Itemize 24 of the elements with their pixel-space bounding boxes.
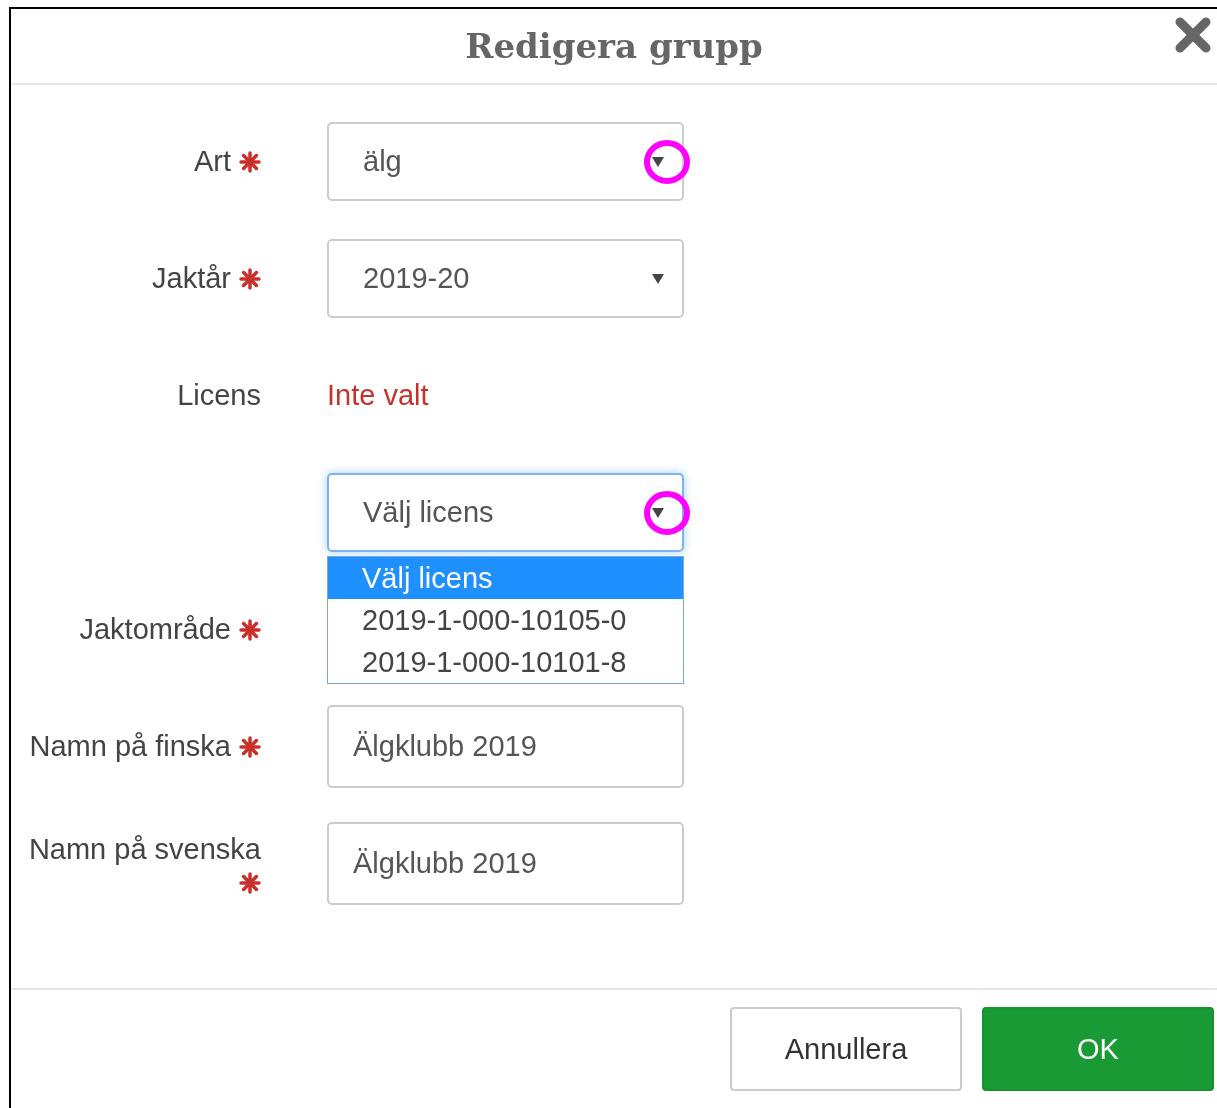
field-label: Art xyxy=(193,145,231,178)
field-label: Namn på finska xyxy=(29,730,231,763)
select-field[interactable]: 2019-20 xyxy=(327,239,684,318)
field-label: Jaktområde xyxy=(79,613,231,646)
status-text: Inte valt xyxy=(327,379,429,411)
caret-icon xyxy=(652,156,664,167)
cancel-button[interactable]: Annullera xyxy=(730,1007,962,1091)
field-label: Jaktår xyxy=(152,262,231,295)
required-icon xyxy=(239,872,261,894)
select-field[interactable]: Välj licens xyxy=(327,473,684,552)
select-field[interactable]: älg xyxy=(327,122,684,201)
required-icon xyxy=(239,267,261,290)
dialog-title: Redigera grupp xyxy=(465,26,763,66)
field-label: Licens xyxy=(177,379,261,412)
input-field[interactable]: Älgklubb 2019 xyxy=(327,822,684,905)
field-label: Namn på svenska xyxy=(28,833,261,866)
caret-icon xyxy=(652,507,664,518)
close-button[interactable] xyxy=(1173,15,1213,55)
required-icon xyxy=(239,150,261,173)
caret-icon xyxy=(652,273,664,284)
ok-button[interactable]: OK xyxy=(982,1007,1214,1091)
input-field[interactable]: Älgklubb 2019 xyxy=(327,705,684,788)
required-icon xyxy=(239,618,261,641)
required-icon xyxy=(239,735,261,758)
